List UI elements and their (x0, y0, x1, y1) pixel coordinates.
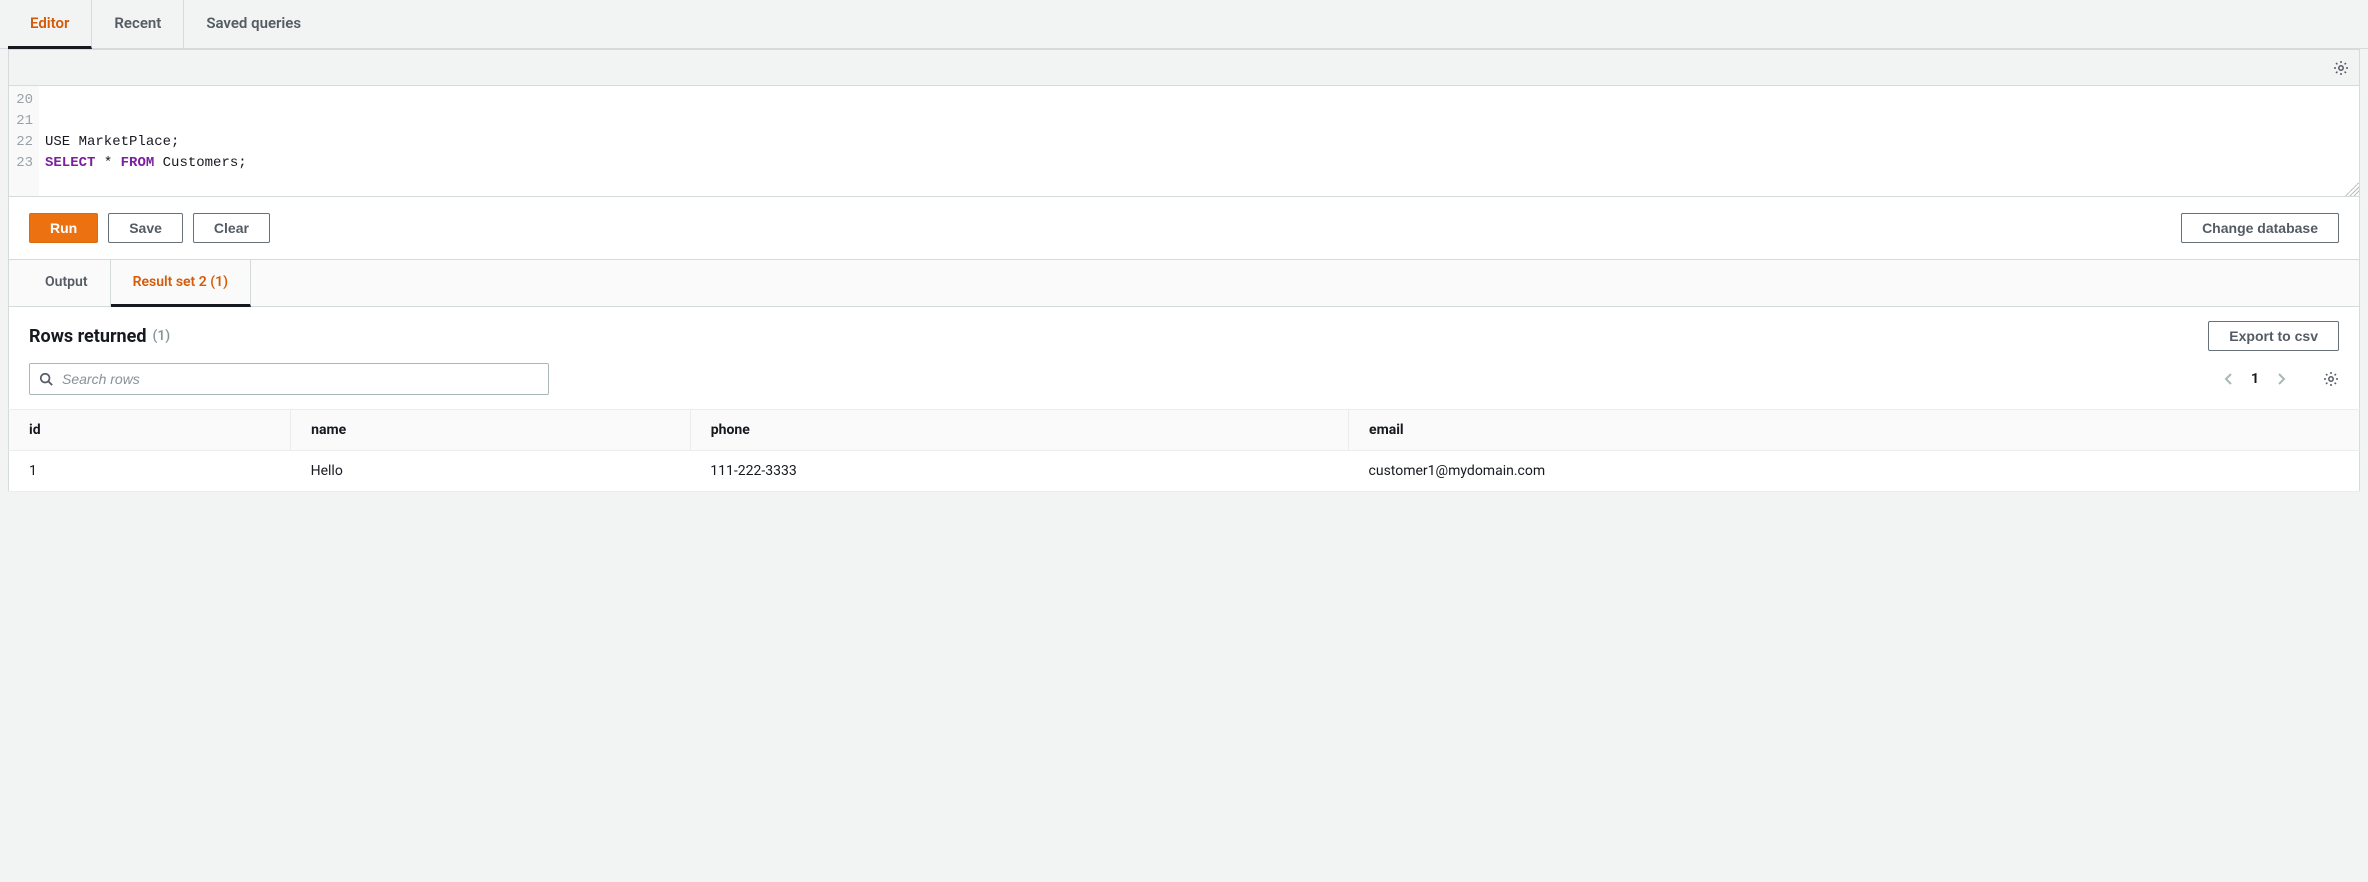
code-content[interactable]: USE MarketPlace;SELECT * FROM Customers; (39, 86, 2359, 196)
export-csv-button[interactable]: Export to csv (2208, 321, 2339, 351)
search-input[interactable] (29, 363, 549, 395)
rows-returned-title: Rows returned (29, 326, 146, 347)
gear-icon[interactable] (2333, 60, 2349, 76)
cell-id: 1 (9, 451, 291, 492)
tab-editor[interactable]: Editor (8, 0, 92, 49)
line-number: 20 (9, 90, 33, 111)
column-header-name[interactable]: name (291, 410, 691, 451)
page-number: 1 (2251, 371, 2259, 387)
code-area[interactable]: 20 21 22 23 USE MarketPlace;SELECT * FRO… (9, 86, 2359, 196)
tab-output[interactable]: Output (23, 260, 111, 306)
chevron-right-icon[interactable] (2275, 372, 2287, 386)
table-row[interactable]: 1 Hello 111-222-3333 customer1@mydomain.… (9, 451, 2360, 492)
code-text: Customers; (154, 155, 246, 171)
query-editor-app: Editor Recent Saved queries 20 21 22 23 … (0, 0, 2368, 492)
pagination: 1 (2223, 371, 2339, 387)
sql-keyword: SELECT (45, 155, 95, 171)
chevron-left-icon[interactable] (2223, 372, 2235, 386)
cell-email: customer1@mydomain.com (1349, 451, 2360, 492)
change-database-button[interactable]: Change database (2181, 213, 2339, 243)
cell-phone: 111-222-3333 (690, 451, 1348, 492)
column-header-email[interactable]: email (1349, 410, 2360, 451)
code-line (45, 111, 2353, 132)
code-line (45, 90, 2353, 111)
column-header-phone[interactable]: phone (690, 410, 1348, 451)
run-button[interactable]: Run (29, 213, 98, 243)
line-number: 23 (9, 153, 33, 174)
results-tools: 1 (8, 359, 2360, 409)
results-table: id name phone email 1 Hello 111-222-3333… (8, 409, 2360, 492)
results-header: Rows returned (1) Export to csv (8, 307, 2360, 359)
rows-returned-count: (1) (152, 328, 170, 344)
tab-saved-queries[interactable]: Saved queries (184, 0, 323, 48)
search-icon (39, 372, 53, 386)
tab-result-set[interactable]: Result set 2 (1) (111, 260, 251, 307)
cell-name: Hello (291, 451, 691, 492)
code-line: SELECT * FROM Customers; (45, 153, 2353, 174)
line-number: 21 (9, 111, 33, 132)
clear-button[interactable]: Clear (193, 213, 270, 243)
editor-header (9, 50, 2359, 86)
sql-editor: 20 21 22 23 USE MarketPlace;SELECT * FRO… (8, 49, 2360, 197)
column-header-id[interactable]: id (9, 410, 291, 451)
top-tabs: Editor Recent Saved queries (0, 0, 2368, 49)
result-tabs: Output Result set 2 (1) (8, 260, 2360, 307)
save-button[interactable]: Save (108, 213, 183, 243)
line-gutter: 20 21 22 23 (9, 86, 39, 196)
resize-handle[interactable] (2345, 182, 2359, 196)
sql-keyword: FROM (121, 155, 155, 171)
tab-recent[interactable]: Recent (92, 0, 184, 48)
search-wrap (29, 363, 549, 395)
line-number: 22 (9, 132, 33, 153)
editor-action-bar: Run Save Clear Change database (8, 197, 2360, 260)
gear-icon[interactable] (2323, 371, 2339, 387)
table-header-row: id name phone email (9, 410, 2360, 451)
code-text: * (95, 155, 120, 171)
code-line: USE MarketPlace; (45, 132, 2353, 153)
